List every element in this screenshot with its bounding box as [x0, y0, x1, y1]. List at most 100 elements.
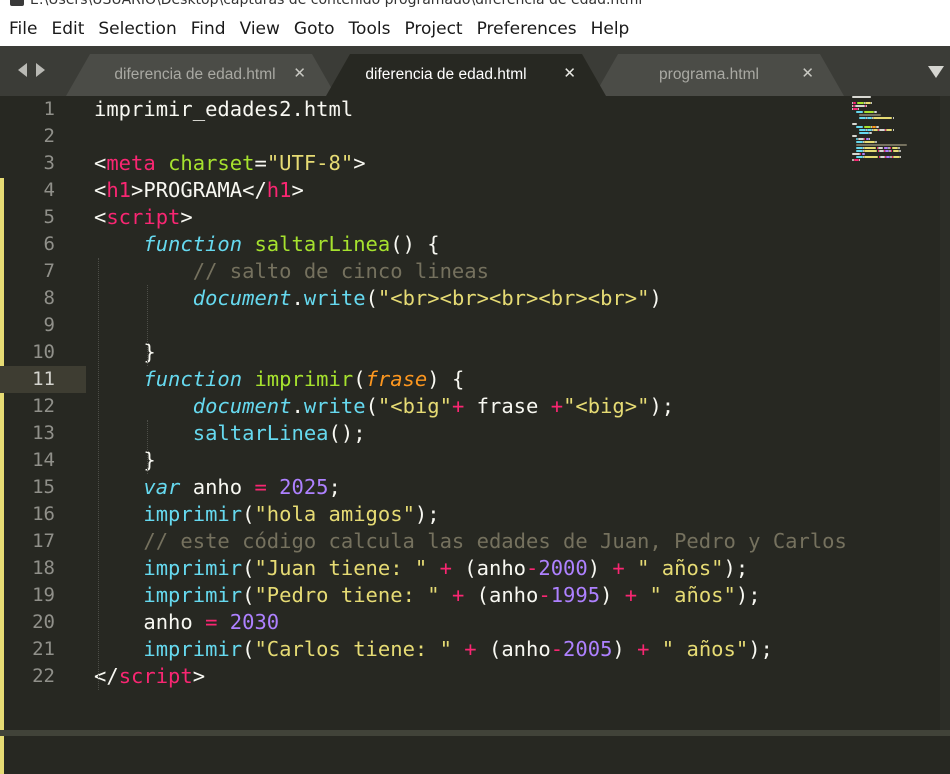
code-line[interactable]: 7 // salto de cinco lineas: [0, 258, 950, 285]
code-token: (: [365, 394, 378, 418]
minimap-line: [875, 141, 878, 143]
menu-edit[interactable]: Edit: [44, 12, 91, 46]
tab-diferencia-de-edad-1[interactable]: diferencia de edad.html ✕: [66, 54, 336, 96]
indent-guide: [98, 258, 100, 690]
code-token: "<big": [377, 394, 452, 418]
minimap-line: [859, 132, 870, 134]
vertical-scrollbar[interactable]: [940, 96, 950, 736]
code-line[interactable]: 3 <meta charset="UTF-8">: [0, 150, 950, 177]
code-text[interactable]: <meta charset="UTF-8">: [94, 150, 366, 177]
code-text[interactable]: <script>: [94, 204, 193, 231]
code-token: "Pedro tiene: ": [254, 583, 440, 607]
code-line[interactable]: 13 saltarLinea();: [0, 420, 950, 447]
code-token: () {: [390, 232, 440, 256]
code-token: );: [748, 637, 773, 661]
code-token: "Juan tiene: ": [254, 556, 428, 580]
code-line[interactable]: 14 }: [0, 447, 950, 474]
code-line[interactable]: 4 <h1>PROGRAMA</h1>: [0, 177, 950, 204]
code-line[interactable]: 15 var anho = 2025;: [0, 474, 950, 501]
code-text[interactable]: function saltarLinea() {: [94, 231, 440, 258]
code-token: =: [205, 610, 218, 634]
minimap-line: [889, 147, 891, 149]
close-icon[interactable]: ✕: [801, 64, 814, 82]
menu-goto[interactable]: Goto: [287, 12, 342, 46]
tab-bar: diferencia de edad.html ✕ programa.html …: [0, 46, 950, 96]
code-line[interactable]: 6 function saltarLinea() {: [0, 231, 950, 258]
code-text[interactable]: // este código calcula las edades de Jua…: [94, 528, 847, 555]
tab-label: diferencia de edad.html: [114, 66, 276, 83]
code-token: " años": [661, 637, 749, 661]
code-text[interactable]: document.write("<big"+ frase +"<big>");: [94, 393, 674, 420]
code-line[interactable]: 20 anho = 2030: [0, 609, 950, 636]
code-line[interactable]: 19 imprimir("Pedro tiene: " + (anho-1995…: [0, 582, 950, 609]
line-number: 22: [32, 665, 55, 687]
code-line[interactable]: 21 imprimir("Carlos tiene: " + (anho-200…: [0, 636, 950, 663]
code-token: >PROGRAMA</: [131, 178, 267, 202]
arrow-left-icon[interactable]: [18, 63, 27, 77]
code-text[interactable]: imprimir("Carlos tiene: " + (anho-2005) …: [94, 636, 773, 663]
code-text[interactable]: <h1>PROGRAMA</h1>: [94, 177, 304, 204]
code-line[interactable]: 22 </script>: [0, 663, 950, 690]
code-text[interactable]: // salto de cinco lineas: [94, 258, 489, 285]
code-text[interactable]: var anho = 2025;: [94, 474, 341, 501]
menu-preferences[interactable]: Preferences: [470, 12, 584, 46]
code-text[interactable]: function imprimir(frase) {: [94, 366, 464, 393]
code-line[interactable]: 1 imprimir_edades2.html: [0, 96, 950, 123]
code-text[interactable]: </script>: [94, 663, 205, 690]
code-text[interactable]: imprimir_edades2.html: [94, 96, 353, 123]
code-token: >: [180, 205, 193, 229]
code-text[interactable]: saltarLinea();: [94, 420, 366, 447]
code-line[interactable]: 12 document.write("<big"+ frase +"<big>"…: [0, 393, 950, 420]
code-token: ();: [328, 421, 366, 445]
close-icon[interactable]: ✕: [563, 64, 576, 82]
code-text[interactable]: imprimir("Pedro tiene: " + (anho-1995) +…: [94, 582, 760, 609]
arrow-right-icon[interactable]: [36, 63, 45, 77]
code-line[interactable]: 8 document.write("<br><br><br><br><br>"): [0, 285, 950, 312]
line-number: 9: [43, 314, 55, 336]
code-line[interactable]: 17 // este código calcula las edades de …: [0, 528, 950, 555]
tab-programa[interactable]: programa.html ✕: [594, 54, 844, 96]
line-number: 11: [32, 368, 55, 390]
menu-file[interactable]: File: [0, 12, 44, 46]
code-line[interactable]: 5 <script>: [0, 204, 950, 231]
menu-view[interactable]: View: [233, 12, 287, 46]
code-token: +: [451, 583, 465, 607]
code-line[interactable]: 18 imprimir("Juan tiene: " + (anho-2000)…: [0, 555, 950, 582]
tab-diferencia-de-edad-active[interactable]: diferencia de edad.html ✕: [326, 54, 606, 96]
chevron-down-icon[interactable]: [928, 66, 944, 78]
code-token: saltarLinea: [192, 421, 329, 445]
code-line[interactable]: 10 }: [0, 339, 950, 366]
menu-selection[interactable]: Selection: [91, 12, 183, 46]
code-token: ;: [328, 475, 341, 499]
code-line[interactable]: 11 function imprimir(frase) {: [0, 366, 464, 393]
code-token: -: [526, 556, 539, 580]
menu-project[interactable]: Project: [397, 12, 469, 46]
code-text[interactable]: anho = 2030: [94, 609, 279, 636]
code-line[interactable]: 9: [0, 312, 950, 339]
minimap-line: [863, 138, 865, 140]
menu-help[interactable]: Help: [584, 12, 637, 46]
minimap-line: [858, 108, 860, 110]
code-token: ): [612, 637, 638, 661]
close-icon[interactable]: ✕: [293, 64, 306, 82]
code-line[interactable]: 16 imprimir("hola amigos");: [0, 501, 950, 528]
code-text[interactable]: document.write("<br><br><br><br><br>"): [94, 285, 662, 312]
tab-navigation[interactable]: [18, 63, 58, 79]
code-token: <: [94, 151, 107, 175]
menu-tools[interactable]: Tools: [342, 12, 398, 46]
code-editor[interactable]: 1 imprimir_edades2.html 2 3 <meta charset="U…: [0, 96, 950, 774]
code-line[interactable]: 2: [0, 123, 950, 150]
code-token: <: [94, 178, 107, 202]
line-number: 14: [32, 449, 55, 471]
code-token: "hola amigos": [254, 502, 415, 526]
minimap-line: [863, 126, 871, 128]
code-text[interactable]: imprimir("hola amigos");: [94, 501, 439, 528]
menu-find[interactable]: Find: [184, 12, 233, 46]
code-text[interactable]: imprimir("Juan tiene: " + (anho-2000) + …: [94, 555, 748, 582]
minimap-line: [855, 126, 863, 128]
minimap[interactable]: [852, 96, 932, 166]
